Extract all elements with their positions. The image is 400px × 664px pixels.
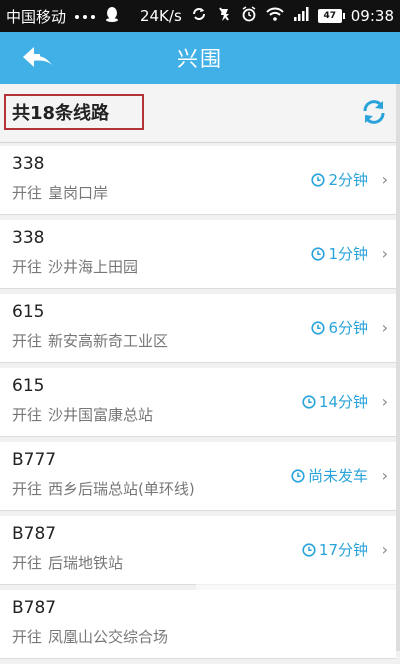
network-speed: 24K/s — [139, 7, 182, 25]
chevron-right-icon: › — [381, 540, 388, 559]
clock-icon — [311, 172, 326, 187]
destination-name: 后瑞地铁站 — [48, 554, 124, 572]
route-destination: 开往 凤凰山公交综合场 — [12, 626, 168, 647]
route-number: 338 — [12, 154, 45, 174]
direction-prefix: 开往 — [12, 258, 43, 276]
route-destination: 开往 新安高新奇工业区 — [12, 330, 168, 351]
clock-icon — [302, 542, 316, 557]
qq-icon — [104, 5, 120, 27]
route-destination: 开往 沙井海上田园 — [12, 256, 138, 277]
scroll-edge — [396, 84, 400, 651]
route-item[interactable]: B787 开往 后瑞地铁站 17分钟 › — [0, 516, 396, 585]
route-number: B777 — [12, 450, 57, 470]
back-arrow-icon — [23, 47, 52, 67]
chevron-right-icon: › — [381, 170, 388, 189]
sync-icon — [191, 6, 207, 26]
eta-label: 14分钟 — [318, 393, 368, 411]
clock-icon — [291, 468, 305, 483]
direction-prefix: 开往 — [12, 480, 43, 498]
eta-info: 尚未发车 — [291, 465, 368, 486]
chevron-right-icon: › — [381, 244, 388, 263]
clock-icon — [311, 246, 326, 261]
destination-name: 西乡后瑞总站(单环线) — [48, 480, 195, 498]
wifi-icon — [266, 7, 284, 25]
eta-info: 14分钟 — [302, 391, 368, 412]
carrier-label: 中国移动 — [6, 7, 67, 26]
clock-icon — [311, 320, 326, 335]
route-destination: 开往 后瑞地铁站 — [12, 552, 123, 573]
status-bar: 中国移动 24K/s 47 09:38 — [0, 0, 400, 32]
route-item[interactable]: 615 开往 沙井国富康总站 14分钟 › — [0, 368, 396, 437]
route-destination: 开往 皇岗口岸 — [12, 182, 108, 203]
app-header: 兴围 — [0, 32, 400, 84]
eta-info: 6分钟 — [311, 317, 368, 338]
route-item[interactable]: 338 开往 皇岗口岸 2分钟 › — [0, 146, 396, 215]
eta-label: 17分钟 — [318, 541, 368, 559]
route-number: 615 — [12, 302, 45, 322]
refresh-icon — [363, 100, 385, 124]
route-destination: 开往 沙井国富康总站 — [12, 404, 153, 425]
route-summary: 共18条线路 — [0, 84, 400, 143]
route-item[interactable]: 615 开往 新安高新奇工业区 6分钟 › — [0, 294, 396, 363]
route-count-label: 共18条线路 — [4, 94, 144, 130]
refresh-button[interactable] — [360, 98, 388, 126]
direction-prefix: 开往 — [12, 184, 43, 202]
eta-label: 6分钟 — [328, 319, 368, 337]
route-item[interactable]: 338 开往 沙井海上田园 1分钟 › — [0, 220, 396, 289]
destination-name: 皇岗口岸 — [48, 184, 109, 202]
destination-name: 沙井海上田园 — [48, 258, 139, 276]
direction-prefix: 开往 — [12, 554, 43, 572]
page-title: 兴围 — [177, 47, 223, 71]
direction-prefix: 开往 — [12, 628, 43, 646]
mute-icon — [216, 6, 232, 26]
eta-label: 2分钟 — [328, 171, 368, 189]
dots-icon — [74, 7, 96, 25]
watermark-overlay — [196, 582, 396, 651]
route-item[interactable]: B777 开往 西乡后瑞总站(单环线) 尚未发车 › — [0, 442, 396, 511]
chevron-right-icon: › — [381, 466, 388, 485]
alarm-icon — [241, 6, 257, 26]
eta-info: 2分钟 — [311, 169, 368, 190]
route-number: 615 — [12, 376, 45, 396]
chevron-right-icon: › — [381, 392, 388, 411]
signal-icon — [293, 7, 309, 25]
destination-name: 凤凰山公交综合场 — [48, 628, 169, 646]
clock-icon — [302, 394, 316, 409]
direction-prefix: 开往 — [12, 332, 43, 350]
eta-info: 17分钟 — [302, 539, 368, 560]
route-number: B787 — [12, 524, 57, 544]
route-number: 338 — [12, 228, 45, 248]
route-number: B787 — [12, 598, 57, 618]
direction-prefix: 开往 — [12, 406, 43, 424]
back-button[interactable] — [14, 40, 62, 76]
eta-label: 1分钟 — [328, 245, 368, 263]
chevron-right-icon: › — [381, 318, 388, 337]
clock-time: 09:38 — [350, 7, 394, 25]
destination-name: 沙井国富康总站 — [48, 406, 154, 424]
route-destination: 开往 西乡后瑞总站(单环线) — [12, 478, 195, 499]
eta-info: 1分钟 — [311, 243, 368, 264]
destination-name: 新安高新奇工业区 — [48, 332, 169, 350]
battery-icon: 47 — [317, 9, 345, 23]
eta-label: 尚未发车 — [307, 467, 368, 485]
